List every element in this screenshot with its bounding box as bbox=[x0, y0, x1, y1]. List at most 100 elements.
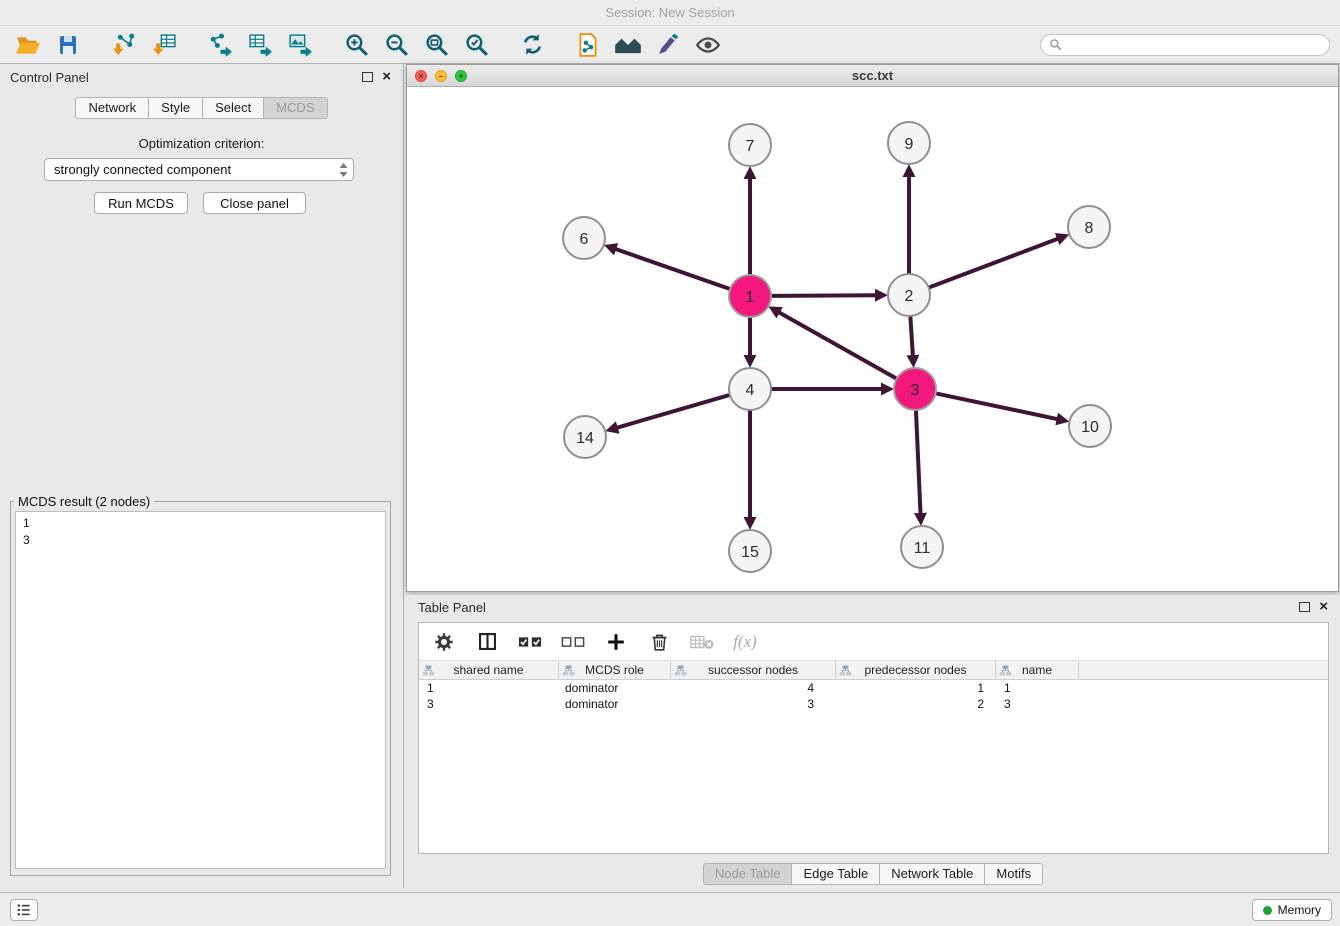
titlebar: Session: New Session bbox=[0, 0, 1340, 26]
control-panel: Control Panel × Network Style Select MCD… bbox=[0, 64, 404, 888]
column-header-label: predecessor nodes bbox=[864, 663, 966, 677]
save-session-button[interactable] bbox=[50, 29, 86, 61]
close-panel-icon[interactable]: × bbox=[382, 71, 391, 82]
float-table-panel-icon[interactable] bbox=[1299, 602, 1310, 612]
table-settings-button[interactable] bbox=[431, 629, 457, 655]
criterion-select[interactable]: strongly connected component bbox=[44, 158, 354, 181]
zoom-fit-icon bbox=[424, 32, 449, 57]
toolbar-separator bbox=[90, 44, 102, 45]
maximize-window-icon[interactable]: + bbox=[455, 70, 467, 82]
table-cell: dominator bbox=[559, 680, 671, 696]
zoom-in-button[interactable] bbox=[338, 29, 374, 61]
graph-node-label: 6 bbox=[580, 231, 589, 248]
column-header-filler bbox=[1079, 661, 1328, 679]
graph-node-label: 3 bbox=[911, 382, 920, 399]
table-panel-tabs: Node Table Edge Table Network Table Moti… bbox=[406, 863, 1340, 885]
column-header-predecessor-nodes[interactable]: predecessor nodes bbox=[836, 661, 996, 679]
float-panel-icon[interactable] bbox=[362, 72, 373, 82]
select-all-button[interactable] bbox=[517, 629, 543, 655]
attribute-icon bbox=[839, 664, 852, 677]
create-column-button[interactable] bbox=[603, 629, 629, 655]
tab-node-table[interactable]: Node Table bbox=[703, 863, 793, 885]
zoom-fit-button[interactable] bbox=[418, 29, 454, 61]
network-window-titlebar[interactable]: × – + scc.txt bbox=[407, 65, 1338, 87]
apply-style-button[interactable] bbox=[650, 29, 686, 61]
column-header-label: name bbox=[1022, 663, 1052, 677]
window-title: Session: New Session bbox=[605, 5, 734, 20]
graph-edge-3-1[interactable] bbox=[779, 312, 896, 378]
export-network-icon bbox=[208, 32, 233, 57]
search-input[interactable] bbox=[1067, 38, 1321, 52]
import-table-icon bbox=[152, 32, 177, 57]
column-header-shared-name[interactable]: shared name bbox=[419, 661, 559, 679]
column-header-name[interactable]: name bbox=[996, 661, 1079, 679]
tab-style[interactable]: Style bbox=[149, 97, 203, 119]
import-network-button[interactable] bbox=[106, 29, 142, 61]
table-row[interactable]: 3dominator323 bbox=[419, 696, 1328, 712]
delete-column-button[interactable] bbox=[646, 629, 672, 655]
table-cell: 3 bbox=[419, 696, 559, 712]
tab-edge-table[interactable]: Edge Table bbox=[792, 863, 880, 885]
network-canvas[interactable]: 7968124314101511 bbox=[407, 87, 1338, 591]
table-cell: 4 bbox=[671, 680, 836, 696]
close-panel-button[interactable]: Close panel bbox=[203, 192, 306, 214]
graph-edge-3-11[interactable] bbox=[916, 411, 921, 514]
tab-mcds[interactable]: MCDS bbox=[264, 97, 327, 119]
graph-edge-2-3[interactable] bbox=[910, 317, 912, 356]
close-window-icon[interactable]: × bbox=[415, 70, 427, 82]
table-row[interactable]: 1dominator411 bbox=[419, 680, 1328, 696]
attribute-icon bbox=[999, 664, 1012, 677]
search-box[interactable] bbox=[1040, 34, 1330, 56]
attribute-icon bbox=[422, 664, 435, 677]
network-graph: 7968124314101511 bbox=[407, 87, 1338, 591]
tab-select[interactable]: Select bbox=[203, 97, 264, 119]
select-all-icon bbox=[518, 633, 542, 651]
export-table-button[interactable] bbox=[242, 29, 278, 61]
network-view-window: × – + scc.txt 7968124314101511 bbox=[406, 64, 1339, 592]
import-table-button[interactable] bbox=[146, 29, 182, 61]
export-network-button[interactable] bbox=[202, 29, 238, 61]
refresh-view-button[interactable] bbox=[514, 29, 550, 61]
export-image-button[interactable] bbox=[282, 29, 318, 61]
close-table-panel-icon[interactable]: × bbox=[1319, 601, 1328, 612]
table-cell: 3 bbox=[996, 696, 1079, 712]
graph-edge-2-8[interactable] bbox=[930, 239, 1059, 288]
unselect-all-button[interactable] bbox=[560, 629, 586, 655]
tab-motifs[interactable]: Motifs bbox=[985, 863, 1043, 885]
attribute-icon bbox=[674, 664, 687, 677]
tab-network-table[interactable]: Network Table bbox=[880, 863, 985, 885]
minimize-window-icon[interactable]: – bbox=[435, 70, 447, 82]
show-panels-button[interactable] bbox=[10, 899, 38, 921]
criterion-selected-value: strongly connected component bbox=[54, 162, 231, 177]
import-network-icon bbox=[112, 32, 137, 57]
column-header-successor-nodes[interactable]: successor nodes bbox=[671, 661, 836, 679]
delete-table-button[interactable] bbox=[689, 629, 715, 655]
memory-button[interactable]: Memory bbox=[1252, 899, 1332, 921]
first-neighbors-button[interactable] bbox=[610, 29, 646, 61]
network-document-button[interactable] bbox=[570, 29, 606, 61]
column-header-label: successor nodes bbox=[708, 663, 798, 677]
select-stepper-icon bbox=[338, 162, 349, 178]
function-builder-button[interactable]: f(x) bbox=[732, 629, 758, 655]
graph-edge-1-2[interactable] bbox=[772, 295, 876, 296]
show-graphics-details-button[interactable] bbox=[690, 29, 726, 61]
graph-edge-1-6[interactable] bbox=[615, 249, 729, 289]
mcds-result-text[interactable]: 1 3 bbox=[15, 511, 386, 869]
graph-edge-3-10[interactable] bbox=[937, 394, 1058, 420]
graph-node-label: 11 bbox=[914, 540, 931, 557]
zoom-out-button[interactable] bbox=[378, 29, 414, 61]
mcds-result-group: MCDS result (2 nodes) 1 3 bbox=[10, 494, 391, 876]
graph-node-label: 2 bbox=[905, 288, 914, 305]
show-column-button[interactable] bbox=[474, 629, 500, 655]
control-panel-tabs: Network Style Select MCDS bbox=[0, 97, 403, 119]
column-header-mcds-role[interactable]: MCDS role bbox=[559, 661, 671, 679]
delete-table-icon bbox=[690, 633, 714, 651]
graph-edge-4-14[interactable] bbox=[617, 395, 729, 428]
open-session-button[interactable] bbox=[10, 29, 46, 61]
eye-icon bbox=[695, 32, 721, 58]
memory-label: Memory bbox=[1278, 903, 1321, 917]
tab-network[interactable]: Network bbox=[75, 97, 149, 119]
run-mcds-button[interactable]: Run MCDS bbox=[94, 192, 188, 214]
zoom-selected-button[interactable] bbox=[458, 29, 494, 61]
table-cell: 1 bbox=[996, 680, 1079, 696]
